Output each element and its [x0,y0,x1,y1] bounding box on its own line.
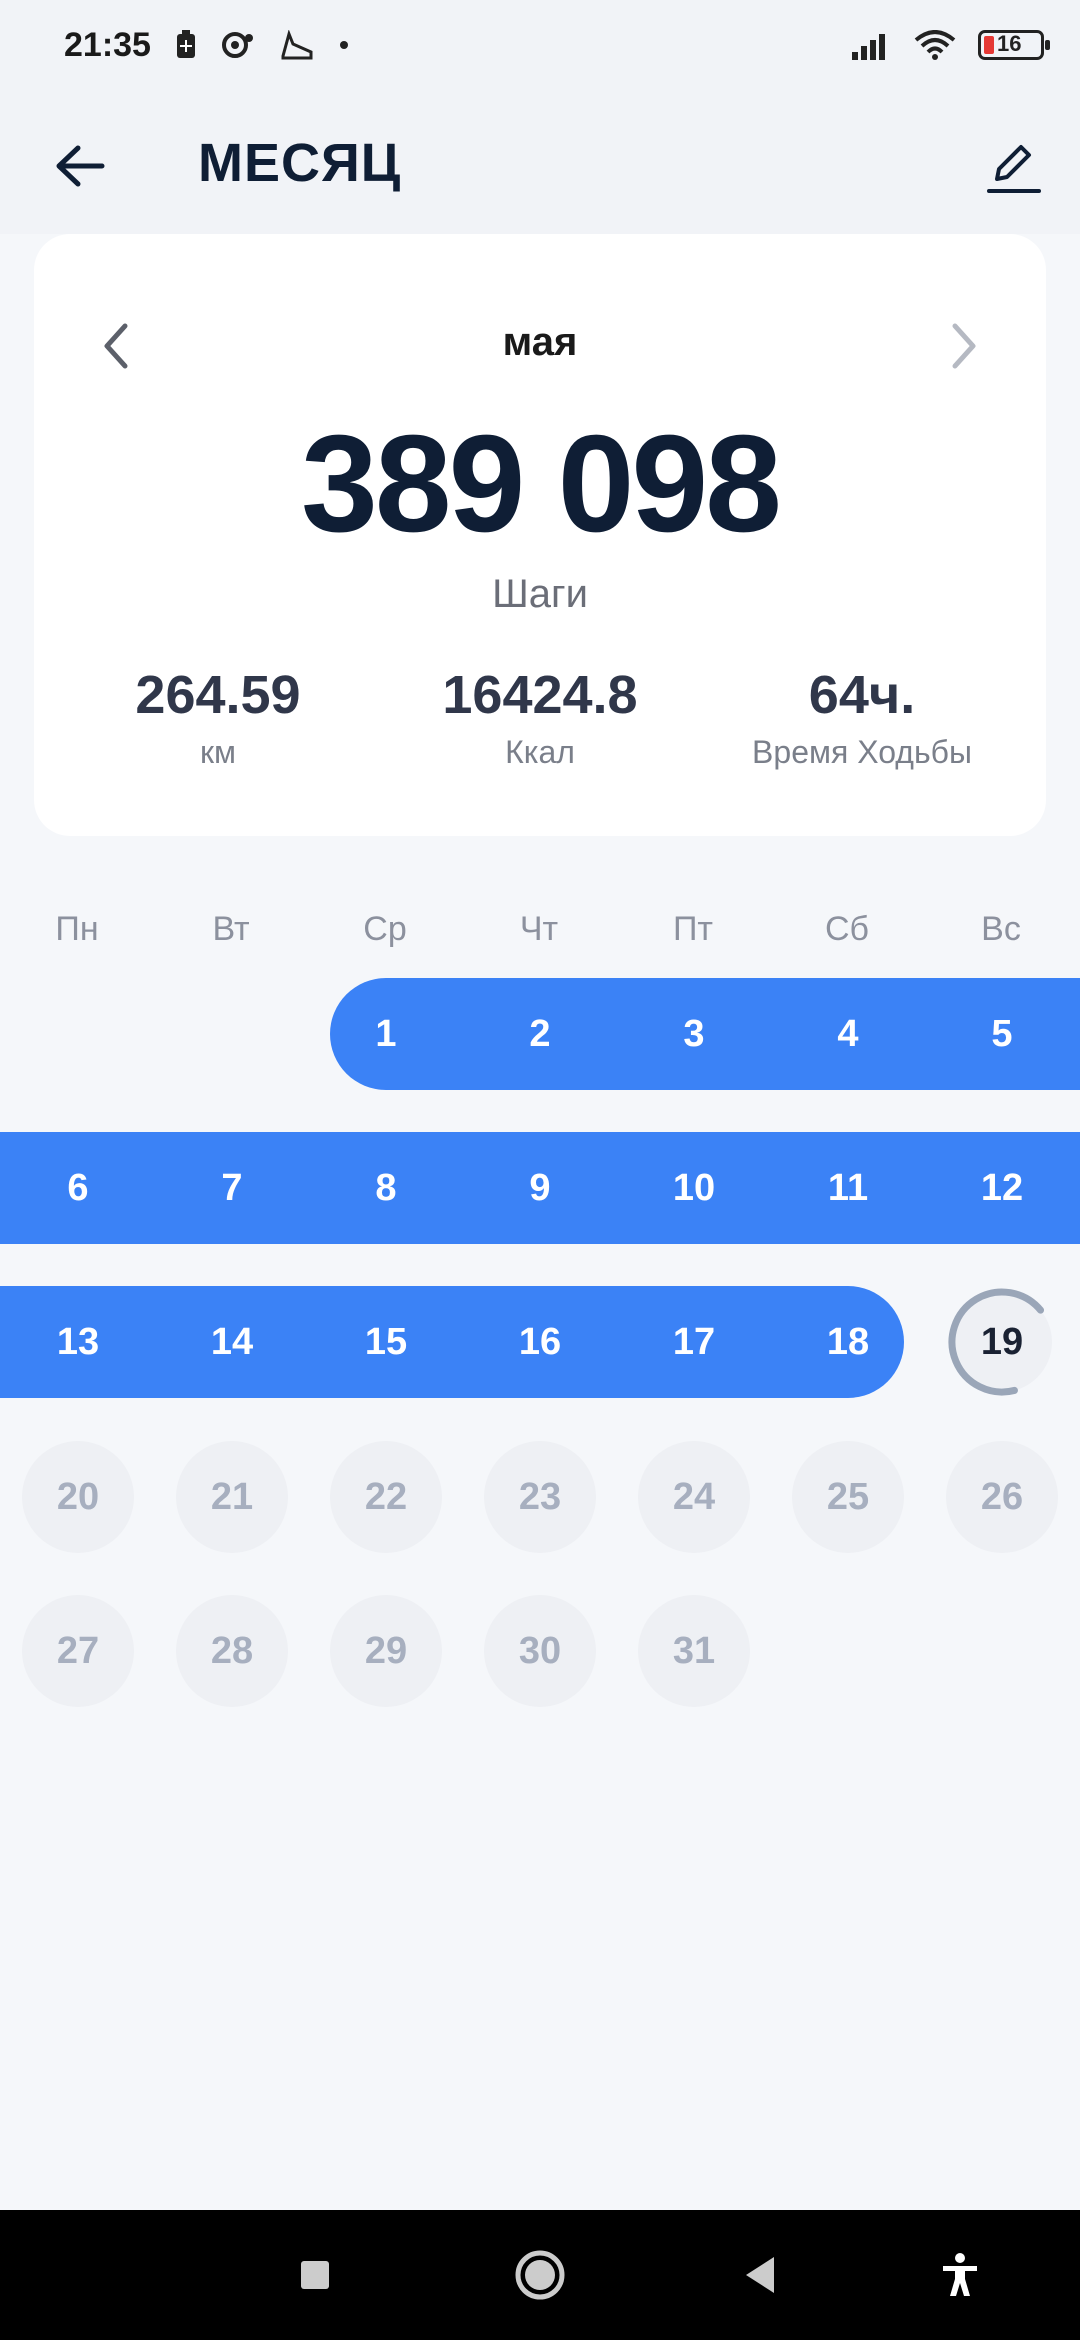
day-cell[interactable]: 29 [330,1595,442,1707]
distance-label: км [200,734,236,770]
wifi-icon [914,30,956,60]
back-button[interactable] [40,126,120,206]
accessibility-button[interactable] [925,2240,995,2310]
walking-time-value: 64ч. [808,665,916,725]
weekday-sat: Сб [824,910,870,948]
day-cell[interactable]: 10 [638,1132,750,1244]
battery-level: 16 [997,31,1022,56]
month-switcher: мая [34,314,1046,374]
edit-button[interactable] [968,122,1058,212]
month-summary-card: мая 389 098 Шаги 264.59 км 16424.8 Ккал … [34,234,1046,836]
month-calendar: Пн Вт Ср Чт Пт Сб Вс 1 2 3 4 5 6 7 8 9 10 11 12 13 14… [0,880,1080,1780]
signal-icon [852,34,885,60]
day-cell[interactable]: 16 [484,1286,596,1398]
day-cell[interactable]: 5 [946,978,1058,1090]
recent-apps-button[interactable] [280,2240,350,2310]
weekday-tue: Вт [212,910,250,948]
day-cell[interactable]: 20 [22,1441,134,1553]
battery-saver-icon [177,30,195,58]
weekday-mon: Пн [55,910,99,948]
day-cell[interactable]: 1 [330,978,442,1090]
distance-value: 264.59 [135,665,301,725]
calories-value: 16424.8 [442,665,638,725]
month-label: мая [502,320,578,364]
square-icon [301,2261,329,2289]
pencil-icon [987,145,1041,193]
day-cell[interactable]: 27 [22,1595,134,1707]
day-cell[interactable]: 28 [176,1595,288,1707]
day-cell[interactable]: 17 [638,1286,750,1398]
back-nav-button[interactable] [725,2240,795,2310]
day-cell[interactable]: 11 [792,1132,904,1244]
day-cell[interactable]: 3 [638,978,750,1090]
day-cell[interactable]: 21 [176,1441,288,1553]
day-cell[interactable]: 31 [638,1595,750,1707]
day-cell[interactable]: 15 [330,1286,442,1398]
triangle-back-icon [746,2257,774,2293]
system-icons: 16 [852,30,1050,60]
day-cell-today[interactable]: 19 [946,1286,1058,1398]
day-cell[interactable]: 2 [484,978,596,1090]
walking-time-label: Время Ходьбы [752,734,972,770]
day-cell[interactable]: 30 [484,1595,596,1707]
steps-label: Шаги [492,572,588,616]
weekday-sun: Вс [981,910,1021,948]
day-cell[interactable]: 23 [484,1441,596,1553]
status-time: 21:35 [64,26,151,64]
accessibility-icon [943,2253,977,2296]
stat-walking-time: 64ч. Время Ходьбы [702,664,1022,771]
next-month-button[interactable] [924,306,1004,386]
day-cell[interactable]: 8 [330,1132,442,1244]
day-cell[interactable]: 18 [792,1286,904,1398]
day-cell[interactable]: 13 [22,1286,134,1398]
weekday-thu: Чт [519,910,559,948]
steps-value: 389 098 [301,407,782,561]
weekday-wed: Ср [363,910,407,948]
home-circle-icon [515,2250,565,2300]
completed-days-bar [0,1286,904,1398]
chevron-right-icon [952,323,976,369]
day-cell[interactable]: 26 [946,1441,1058,1553]
day-cell[interactable]: 22 [330,1441,442,1553]
day-cell[interactable]: 24 [638,1441,750,1553]
stat-distance: 264.59 км [58,664,378,771]
day-cell[interactable]: 25 [792,1441,904,1553]
day-cell[interactable]: 9 [484,1132,596,1244]
shoe-icon [281,30,313,60]
record-icon [222,32,253,58]
battery-icon: 16 [978,30,1050,60]
day-cell[interactable]: 6 [22,1132,134,1244]
day-cell[interactable]: 4 [792,978,904,1090]
dot-icon [340,41,348,49]
weekday-fri: Пт [672,910,713,948]
page-title: МЕСЯЦ [198,133,402,193]
day-cell[interactable]: 7 [176,1132,288,1244]
system-navigation-bar [0,2210,1080,2340]
status-bar: 21:35 16 [0,0,1080,100]
home-button[interactable] [505,2240,575,2310]
today-label: 19 [980,1320,1024,1363]
arrow-left-icon [56,145,105,187]
day-cell[interactable]: 12 [946,1132,1058,1244]
stat-calories: 16424.8 Ккал [380,664,700,771]
day-cell[interactable]: 14 [176,1286,288,1398]
calories-label: Ккал [505,734,575,770]
top-app-bar: МЕСЯЦ [0,100,1080,234]
notification-icons [175,30,349,60]
